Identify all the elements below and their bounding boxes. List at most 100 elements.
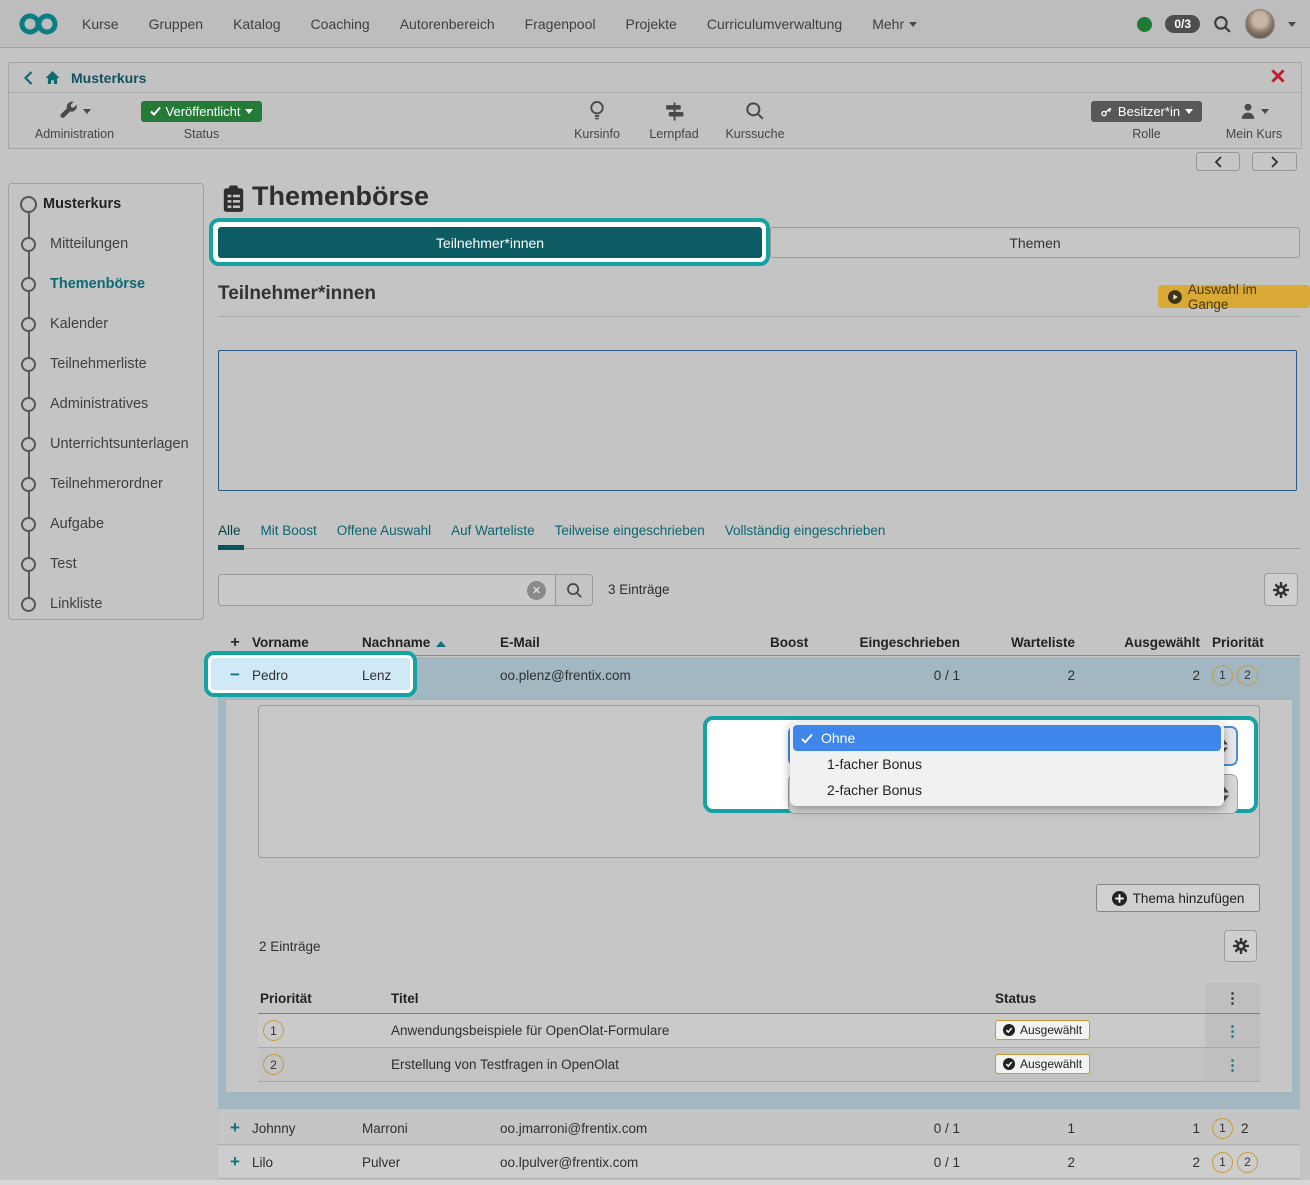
- nav-kurse[interactable]: Kurse: [82, 16, 119, 32]
- sort-asc-icon: [436, 641, 446, 647]
- openolat-logo-icon[interactable]: [18, 9, 64, 39]
- col-warteliste[interactable]: Warteliste: [960, 635, 1075, 650]
- nav-more-menu[interactable]: Mehr: [872, 16, 917, 32]
- topic-row[interactable]: 2 Erstellung von Testfragen in OpenOlat …: [258, 1048, 1260, 1082]
- search-input[interactable]: [218, 574, 556, 606]
- key-icon: [1097, 102, 1115, 120]
- check-icon: [801, 733, 813, 744]
- top-navbar: Kurse Gruppen Katalog Coaching Autorenbe…: [0, 0, 1310, 48]
- check-circle-icon: [1003, 1058, 1015, 1070]
- clear-search-icon[interactable]: ✕: [527, 581, 546, 600]
- filter-mit-boost[interactable]: Mit Boost: [261, 523, 317, 538]
- nav-curriculumverwaltung[interactable]: Curriculumverwaltung: [707, 16, 842, 32]
- chevron-down-icon: [83, 109, 91, 114]
- topics-menu-column: ⋮: [1205, 983, 1260, 1013]
- search-button[interactable]: [556, 574, 593, 606]
- col-prioritaet[interactable]: Priorität: [258, 991, 391, 1006]
- topics-settings-button[interactable]: [1224, 930, 1257, 962]
- expand-all-icon[interactable]: +: [218, 634, 252, 652]
- toolbar-lernpfad[interactable]: Lernpfad: [641, 97, 707, 141]
- col-status[interactable]: Status: [995, 991, 1205, 1006]
- main-nav: Kurse Gruppen Katalog Coaching Autorenbe…: [82, 0, 917, 48]
- close-icon[interactable]: [1269, 67, 1287, 85]
- topic-menu-cell: ⋮: [1205, 1048, 1260, 1081]
- nav-fragenpool[interactable]: Fragenpool: [525, 16, 596, 32]
- tab-teilnehmerinnen[interactable]: Teilnehmer*innen: [218, 227, 762, 258]
- node-circle-icon: [20, 196, 37, 213]
- filter-vollstaendig-eingeschrieben[interactable]: Vollständig eingeschrieben: [725, 523, 886, 538]
- col-nachname[interactable]: Nachname: [362, 635, 500, 650]
- task-counter-badge[interactable]: 0/3: [1165, 15, 1200, 33]
- breadcrumb-course[interactable]: Musterkurs: [71, 70, 146, 86]
- row-expand-icon[interactable]: +: [218, 1118, 252, 1138]
- add-topic-button[interactable]: Thema hinzufügen: [1096, 884, 1260, 912]
- sidebar-item-mitteilungen[interactable]: Mitteilungen: [9, 233, 203, 255]
- filter-teilweise-eingeschrieben[interactable]: Teilweise eingeschrieben: [555, 523, 705, 538]
- toolbar-mein-kurs[interactable]: Mein Kurs: [1214, 97, 1294, 141]
- sidebar-item-test[interactable]: Test: [9, 553, 203, 575]
- table-row-lilo[interactable]: + Lilo Pulver oo.lpulver@frentix.com 0 /…: [218, 1146, 1300, 1179]
- filter-auf-warteliste[interactable]: Auf Warteliste: [451, 523, 535, 538]
- cell-vorname: Pedro: [252, 668, 362, 683]
- section-title: Teilnehmer*innen: [218, 283, 376, 305]
- topic-row[interactable]: 1 Anwendungsbeispiele für OpenOlat-Formu…: [258, 1014, 1260, 1048]
- toolbar-administration[interactable]: Administration: [27, 97, 122, 141]
- sidebar-item-administratives[interactable]: Administratives: [9, 393, 203, 415]
- col-boost[interactable]: Boost: [770, 635, 805, 650]
- topic-menu-cell: ⋮: [1205, 1014, 1260, 1047]
- col-prioritaet[interactable]: Priorität: [1200, 635, 1300, 650]
- nav-projekte[interactable]: Projekte: [625, 16, 676, 32]
- boost-dropdown-menu: Ohne 1-facher Bonus 2-facher Bonus: [790, 722, 1224, 806]
- user-menu-chevron-icon[interactable]: [1288, 22, 1296, 27]
- nav-autorenbereich[interactable]: Autorenbereich: [400, 16, 495, 32]
- toolbar-kursinfo[interactable]: Kursinfo: [566, 97, 628, 141]
- dropdown-option-1-facher-bonus[interactable]: 1-facher Bonus: [793, 751, 1221, 777]
- col-email[interactable]: E-Mail: [500, 635, 770, 650]
- node-circle-icon: [21, 437, 36, 452]
- sidebar-item-aufgabe[interactable]: Aufgabe: [9, 513, 203, 535]
- col-ausgewaehlt[interactable]: Ausgewählt: [1075, 635, 1200, 650]
- prev-page-button[interactable]: [1196, 152, 1240, 171]
- check-icon: [150, 106, 161, 116]
- col-eingeschrieben[interactable]: Eingeschrieben: [805, 635, 960, 650]
- next-page-button[interactable]: [1252, 152, 1297, 171]
- nav-gruppen[interactable]: Gruppen: [149, 16, 203, 32]
- role-owner-button[interactable]: Besitzer*in: [1091, 101, 1202, 122]
- nav-coaching[interactable]: Coaching: [311, 16, 370, 32]
- kebab-menu-icon[interactable]: ⋮: [1225, 1022, 1240, 1040]
- sidebar-item-linkliste[interactable]: Linkliste: [9, 593, 203, 615]
- kebab-menu-icon[interactable]: ⋮: [1225, 1056, 1240, 1074]
- dropdown-option-2-facher-bonus[interactable]: 2-facher Bonus: [793, 777, 1221, 803]
- cell-nachname: Pulver: [362, 1155, 500, 1170]
- sidebar-item-unterrichtsunterlagen[interactable]: Unterrichtsunterlagen: [9, 433, 203, 455]
- priority-badge: 1: [263, 1020, 284, 1041]
- table-row-pedro[interactable]: − Pedro Lenz oo.plenz@frentix.com 0 / 1 …: [218, 657, 1300, 693]
- toolbar-administration-label: Administration: [27, 127, 122, 141]
- col-vorname[interactable]: Vorname: [252, 635, 362, 650]
- table-settings-button[interactable]: [1264, 573, 1298, 606]
- table-row-johnny[interactable]: + Johnny Marroni oo.jmarroni@frentix.com…: [218, 1112, 1300, 1145]
- tab-themen[interactable]: Themen: [770, 227, 1300, 258]
- nav-katalog[interactable]: Katalog: [233, 16, 280, 32]
- filter-alle[interactable]: Alle: [218, 523, 241, 538]
- sidebar-item-themenboerse[interactable]: Themenbörse: [9, 273, 203, 295]
- node-circle-icon: [21, 317, 36, 332]
- back-chevron-icon[interactable]: [23, 71, 34, 85]
- sidebar-item-teilnehmerliste[interactable]: Teilnehmerliste: [9, 353, 203, 375]
- sidebar-item-kalender[interactable]: Kalender: [9, 313, 203, 335]
- toolbar-kurssuche[interactable]: Kurssuche: [716, 97, 794, 141]
- user-avatar[interactable]: [1245, 9, 1275, 39]
- col-titel[interactable]: Titel: [391, 991, 995, 1006]
- home-icon[interactable]: [44, 70, 61, 85]
- row-collapse-icon[interactable]: −: [218, 665, 252, 685]
- filter-offene-auswahl[interactable]: Offene Auswahl: [337, 523, 431, 538]
- sidebar-item-musterkurs[interactable]: Musterkurs: [9, 193, 203, 215]
- status-published-button[interactable]: Veröffentlicht: [141, 101, 263, 122]
- kebab-menu-icon[interactable]: ⋮: [1225, 989, 1240, 1007]
- search-icon[interactable]: [1213, 15, 1232, 34]
- dropdown-option-ohne[interactable]: Ohne: [793, 725, 1221, 751]
- course-header-frame: Musterkurs Administration Veröffentlicht…: [8, 62, 1302, 149]
- sidebar-item-teilnehmerordner[interactable]: Teilnehmerordner: [9, 473, 203, 495]
- row-expand-icon[interactable]: +: [218, 1152, 252, 1172]
- cell-ausgewaehlt: 1: [1075, 1121, 1200, 1136]
